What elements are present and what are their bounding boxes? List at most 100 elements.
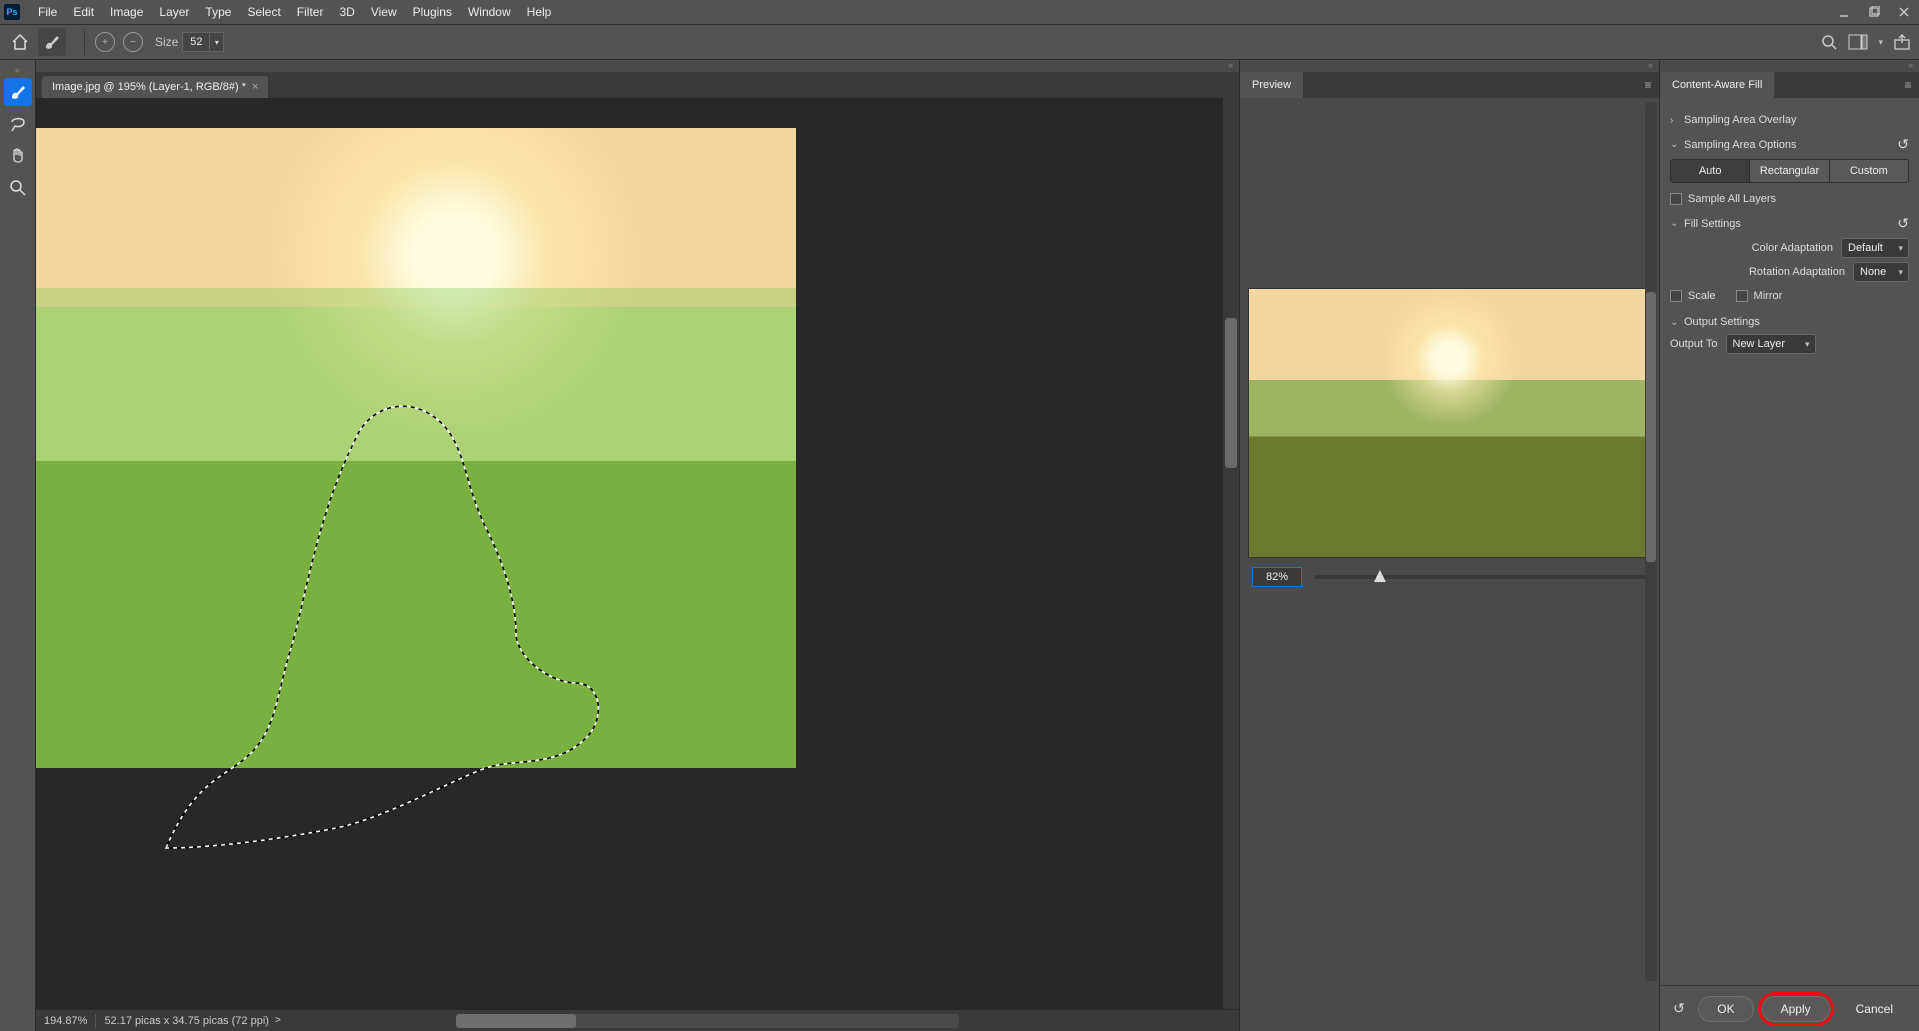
canvas-horizontal-scrollbar[interactable] (456, 1014, 959, 1028)
brush-size-input[interactable] (182, 32, 210, 52)
menu-select[interactable]: Select (239, 5, 288, 19)
home-button[interactable] (8, 30, 32, 54)
toolbar-collapse-icon[interactable]: « (0, 64, 35, 76)
window-minimize-icon[interactable] (1829, 0, 1859, 24)
cancel-button[interactable]: Cancel (1838, 996, 1911, 1022)
scale-checkbox[interactable] (1670, 290, 1682, 302)
canvas[interactable] (36, 98, 1239, 1009)
section-fill-settings-title: Fill Settings (1684, 218, 1741, 230)
sampling-brush-tool-icon[interactable] (38, 28, 66, 56)
color-adaptation-select[interactable]: Default (1841, 238, 1909, 258)
zoom-tool[interactable] (4, 174, 32, 202)
section-output-settings[interactable]: ⌄ Output Settings (1670, 316, 1909, 328)
section-sampling-overlay[interactable]: › Sampling Area Overlay (1670, 114, 1909, 126)
brush-size-label: Size (155, 35, 178, 49)
sampling-mode-custom[interactable]: Custom (1829, 160, 1908, 182)
mirror-label: Mirror (1754, 290, 1783, 302)
section-output-settings-title: Output Settings (1684, 316, 1760, 328)
preview-vertical-scrollbar-thumb[interactable] (1646, 292, 1656, 562)
preview-zoom-input[interactable] (1252, 567, 1302, 587)
preview-zoom-slider[interactable] (1314, 575, 1647, 579)
canvas-horizontal-scrollbar-thumb[interactable] (456, 1014, 576, 1028)
lasso-selection (156, 398, 616, 858)
section-sampling-options-title: Sampling Area Options (1684, 139, 1797, 151)
menu-file[interactable]: File (30, 5, 65, 19)
sampling-brush-tool[interactable] (4, 78, 32, 106)
doc-collapse-icon[interactable]: » (36, 60, 1239, 72)
mirror-row[interactable]: Mirror (1736, 290, 1783, 302)
menu-help[interactable]: Help (519, 5, 560, 19)
canvas-vertical-scrollbar[interactable] (1223, 98, 1239, 1009)
sampling-mode-rectangular[interactable]: Rectangular (1749, 160, 1828, 182)
reset-sampling-options-icon[interactable]: ↺ (1897, 136, 1909, 153)
status-zoom[interactable]: 194.87% (44, 1015, 87, 1027)
mirror-checkbox[interactable] (1736, 290, 1748, 302)
preview-panel-tabrow: Preview ≡ (1240, 72, 1659, 98)
document-tab-title: Image.jpg @ 195% (Layer-1, RGB/8#) * (52, 81, 246, 93)
chevron-down-icon[interactable]: ▾ (1878, 37, 1883, 48)
share-icon[interactable] (1893, 33, 1911, 51)
preview-zoom-controls (1240, 558, 1659, 596)
lasso-tool[interactable] (4, 110, 32, 138)
canvas-vertical-scrollbar-thumb[interactable] (1225, 318, 1237, 468)
sample-all-layers-label: Sample All Layers (1688, 193, 1776, 205)
document-tab-bar: Image.jpg @ 195% (Layer-1, RGB/8#) * × (36, 72, 1239, 98)
section-fill-settings[interactable]: ⌄ Fill Settings ↺ (1670, 215, 1909, 232)
sample-all-layers-row[interactable]: Sample All Layers (1670, 193, 1909, 205)
document-area: » Image.jpg @ 195% (Layer-1, RGB/8#) * × (36, 60, 1239, 1031)
preview-vertical-scrollbar[interactable] (1645, 102, 1657, 981)
menu-bar: Ps File Edit Image Layer Type Select Fil… (0, 0, 1919, 24)
reset-all-icon[interactable]: ↺ (1668, 998, 1690, 1020)
reset-fill-settings-icon[interactable]: ↺ (1897, 215, 1909, 232)
sampling-mode-segmented: Auto Rectangular Custom (1670, 159, 1909, 183)
app-icon: Ps (4, 4, 20, 20)
workspace-switcher-icon[interactable] (1848, 34, 1868, 50)
sampling-mode-auto[interactable]: Auto (1671, 160, 1749, 182)
preview-panel-menu-icon[interactable]: ≡ (1637, 78, 1659, 92)
status-info-chevron-icon[interactable]: > (275, 1015, 281, 1026)
apply-button[interactable]: Apply (1762, 996, 1830, 1022)
window-maximize-icon[interactable] (1859, 0, 1889, 24)
window-close-icon[interactable] (1889, 0, 1919, 24)
close-tab-icon[interactable]: × (252, 81, 258, 93)
chevron-right-icon: › (1670, 115, 1684, 126)
section-sampling-options[interactable]: ⌄ Sampling Area Options ↺ (1670, 136, 1909, 153)
window-controls (1829, 0, 1919, 24)
add-to-sample-icon[interactable]: + (95, 32, 115, 52)
hand-tool[interactable] (4, 142, 32, 170)
caf-tab[interactable]: Content-Aware Fill (1660, 72, 1774, 98)
caf-collapse-icon[interactable]: » (1660, 60, 1919, 72)
menu-window[interactable]: Window (460, 5, 519, 19)
preview-tab[interactable]: Preview (1240, 72, 1303, 98)
document-tab[interactable]: Image.jpg @ 195% (Layer-1, RGB/8#) * × (42, 76, 268, 98)
caf-body: › Sampling Area Overlay ⌄ Sampling Area … (1660, 98, 1919, 985)
search-icon[interactable] (1820, 33, 1838, 51)
scale-label: Scale (1688, 290, 1716, 302)
output-to-select[interactable]: New Layer (1726, 334, 1816, 354)
scale-row[interactable]: Scale (1670, 290, 1716, 302)
menu-view[interactable]: View (363, 5, 405, 19)
caf-panel-menu-icon[interactable]: ≡ (1897, 78, 1919, 92)
chevron-down-icon: ⌄ (1670, 218, 1684, 229)
rotation-adaptation-label: Rotation Adaptation (1749, 266, 1845, 278)
ok-button[interactable]: OK (1698, 996, 1753, 1022)
menu-edit[interactable]: Edit (65, 5, 102, 19)
sample-all-layers-checkbox[interactable] (1670, 193, 1682, 205)
menu-3d[interactable]: 3D (331, 5, 362, 19)
preview-collapse-icon[interactable]: » (1240, 60, 1659, 72)
subtract-from-sample-icon[interactable]: − (123, 32, 143, 52)
chevron-down-icon: ⌄ (1670, 139, 1684, 150)
menu-plugins[interactable]: Plugins (405, 5, 460, 19)
section-sampling-overlay-title: Sampling Area Overlay (1684, 114, 1797, 126)
menu-filter[interactable]: Filter (289, 5, 332, 19)
menu-type[interactable]: Type (197, 5, 239, 19)
color-adaptation-value: Default (1848, 242, 1883, 254)
caf-footer: ↺ OK Apply Cancel (1660, 985, 1919, 1031)
brush-size-dropdown-icon[interactable]: ▾ (210, 32, 224, 52)
menu-image[interactable]: Image (102, 5, 151, 19)
status-doc-info[interactable]: 52.17 picas x 34.75 picas (72 ppi) (104, 1015, 269, 1027)
preview-zoom-slider-handle[interactable] (1374, 570, 1386, 582)
rotation-adaptation-select[interactable]: None (1853, 262, 1909, 282)
main-area: « » Image.jpg @ 195% (Layer-1, RGB/8#) *… (0, 60, 1919, 1031)
menu-layer[interactable]: Layer (151, 5, 197, 19)
